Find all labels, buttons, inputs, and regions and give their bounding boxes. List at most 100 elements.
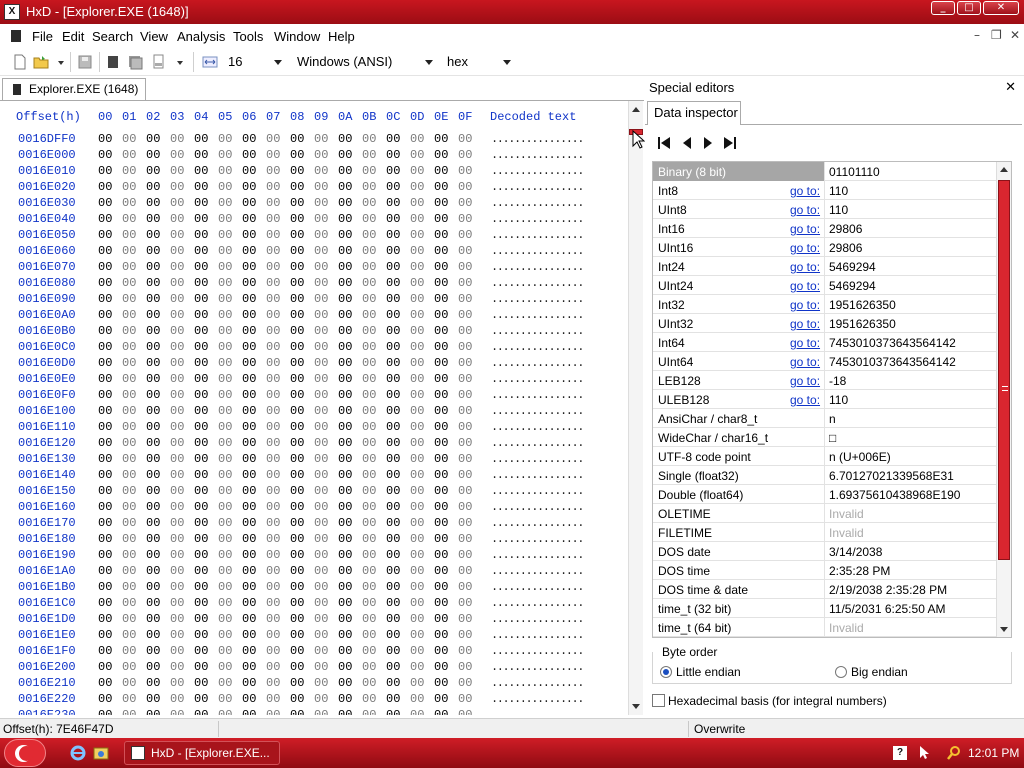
hex-byte[interactable]: 00 [146,148,166,162]
goto-link[interactable]: go to: [790,336,820,350]
hex-byte[interactable]: 00 [122,660,142,674]
save-icon[interactable] [77,54,93,70]
hex-row[interactable]: 0016E120 00 00 00 00 00 00 00 00 00 00 00 00 00 00 00 00… [0,436,628,452]
hex-row[interactable]: 0016E190 00 00 00 00 00 00 00 00 00 00 00 00 00 00 00 00… [0,548,628,564]
hex-byte[interactable]: 00 [98,436,118,450]
decoded-text[interactable]: ................ [491,580,584,594]
hex-byte[interactable]: 00 [434,180,454,194]
hex-byte[interactable]: 00 [194,388,214,402]
hex-byte[interactable]: 00 [410,436,430,450]
inspector-scrollbar[interactable] [996,162,1011,637]
hex-byte[interactable]: 00 [362,692,382,706]
new-file-icon[interactable] [12,54,28,70]
hex-byte[interactable]: 00 [146,308,166,322]
hex-byte[interactable]: 00 [410,180,430,194]
hex-byte[interactable]: 00 [434,484,454,498]
hex-byte[interactable]: 00 [98,532,118,546]
hex-byte[interactable]: 00 [410,196,430,210]
hex-byte[interactable]: 00 [458,596,478,610]
hex-byte[interactable]: 00 [290,420,310,434]
hex-byte[interactable]: 00 [98,148,118,162]
hex-byte[interactable]: 00 [194,612,214,626]
hex-byte[interactable]: 00 [170,228,190,242]
hex-byte[interactable]: 00 [458,660,478,674]
hex-byte[interactable]: 00 [146,420,166,434]
hex-byte[interactable]: 00 [386,596,406,610]
hex-byte[interactable]: 00 [314,436,334,450]
close-document-icon[interactable] [105,54,121,70]
hex-byte[interactable]: 00 [410,516,430,530]
hex-byte[interactable]: 00 [434,564,454,578]
hex-byte[interactable]: 00 [242,388,262,402]
hex-byte[interactable]: 00 [362,644,382,658]
hex-byte[interactable]: 00 [242,340,262,354]
hex-byte[interactable]: 00 [146,468,166,482]
last-icon[interactable] [722,135,738,151]
hex-byte[interactable]: 00 [386,340,406,354]
hex-byte[interactable]: 00 [266,436,286,450]
hex-byte[interactable]: 00 [170,532,190,546]
hex-byte[interactable]: 00 [458,132,478,146]
little-endian-radio[interactable] [660,666,672,678]
hex-byte[interactable]: 00 [434,660,454,674]
hex-byte[interactable]: 00 [434,532,454,546]
hex-byte[interactable]: 00 [146,132,166,146]
hex-byte[interactable]: 00 [266,164,286,178]
decoded-text[interactable]: ................ [491,436,584,450]
hex-byte[interactable]: 00 [338,692,358,706]
hex-byte[interactable]: 00 [98,692,118,706]
hex-byte[interactable]: 00 [146,164,166,178]
hex-byte[interactable]: 00 [458,148,478,162]
hex-byte[interactable]: 00 [338,292,358,306]
hex-byte[interactable]: 00 [410,452,430,466]
hex-byte[interactable]: 00 [338,148,358,162]
hex-byte[interactable]: 00 [146,660,166,674]
hex-byte[interactable]: 00 [242,644,262,658]
hex-row[interactable]: 0016E100 00 00 00 00 00 00 00 00 00 00 00 00 00 00 00 00… [0,404,628,420]
hex-byte[interactable]: 00 [266,612,286,626]
hex-byte[interactable]: 00 [362,532,382,546]
hex-byte[interactable]: 00 [98,388,118,402]
hex-byte[interactable]: 00 [146,372,166,386]
hex-byte[interactable]: 00 [386,196,406,210]
hex-row[interactable]: 0016E180 00 00 00 00 00 00 00 00 00 00 00 00 00 00 00 00… [0,532,628,548]
hex-byte[interactable]: 00 [362,244,382,258]
inspector-value[interactable]: Invalid [829,621,864,635]
hex-byte[interactable]: 00 [170,404,190,418]
menu-view[interactable]: View [140,29,168,44]
hex-basis-checkbox[interactable] [652,694,665,707]
hex-byte[interactable]: 00 [410,596,430,610]
hex-byte[interactable]: 00 [362,180,382,194]
hex-byte[interactable]: 00 [170,516,190,530]
hex-byte[interactable]: 00 [122,372,142,386]
hex-byte[interactable]: 00 [458,324,478,338]
decoded-text[interactable]: ................ [491,212,584,226]
bytes-per-row-combo[interactable]: 16 [224,52,286,72]
decoded-text[interactable]: ................ [491,548,584,562]
hex-byte[interactable]: 00 [458,500,478,514]
hex-byte[interactable]: 00 [218,628,238,642]
hex-byte[interactable]: 00 [242,244,262,258]
hex-byte[interactable]: 00 [170,292,190,306]
decoded-text[interactable]: ................ [491,180,584,194]
hex-byte[interactable]: 00 [386,644,406,658]
hex-byte[interactable]: 00 [170,196,190,210]
hex-byte[interactable]: 00 [194,324,214,338]
hex-byte[interactable]: 00 [290,244,310,258]
decoded-text[interactable]: ................ [491,484,584,498]
hex-byte[interactable]: 00 [458,356,478,370]
hex-byte[interactable]: 00 [170,212,190,226]
hex-row[interactable]: 0016E0B0 00 00 00 00 00 00 00 00 00 00 00 00 00 00 00 00… [0,324,628,340]
hex-byte[interactable]: 00 [170,148,190,162]
inspector-value[interactable]: 2/19/2038 2:35:28 PM [829,583,947,597]
hex-byte[interactable]: 00 [218,692,238,706]
inspector-value[interactable]: □ [829,431,836,445]
hex-byte[interactable]: 00 [218,324,238,338]
hex-byte[interactable]: 00 [338,180,358,194]
hex-byte[interactable]: 00 [122,164,142,178]
hex-byte[interactable]: 00 [458,436,478,450]
hex-byte[interactable]: 00 [458,452,478,466]
hex-byte[interactable]: 00 [434,580,454,594]
hex-byte[interactable]: 00 [98,292,118,306]
hex-byte[interactable]: 00 [434,500,454,514]
